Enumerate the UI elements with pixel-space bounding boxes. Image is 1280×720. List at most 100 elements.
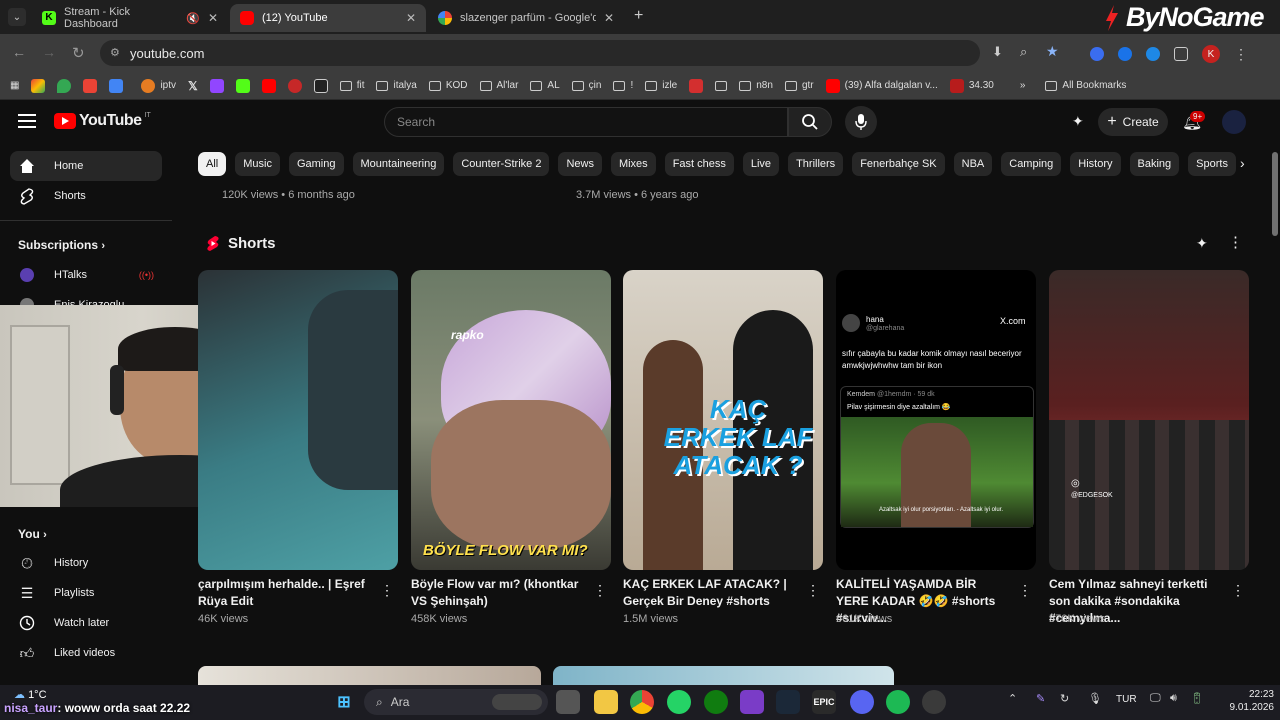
bookmark-maps-icon[interactable] [57, 78, 72, 93]
bookmark-italya[interactable]: italya [376, 80, 417, 91]
tray-overflow-icon[interactable]: ⌃ [1008, 692, 1017, 705]
profile-avatar[interactable]: K [1202, 45, 1220, 63]
tab-youtube[interactable]: (12) YouTube ✕ [230, 4, 426, 32]
epic-games-icon[interactable]: EPIC [812, 690, 836, 714]
forward-icon[interactable]: → [42, 44, 56, 60]
taskbar-search[interactable]: ⌕ Ara [364, 689, 548, 715]
chip-mountaineering[interactable]: Mountaineering [352, 152, 445, 176]
site-info-icon[interactable]: ⚙ [110, 46, 120, 59]
short-thumbnail[interactable]: rapko BÖYLE FLOW VAR MI? [411, 270, 611, 570]
bookmark-colorful-icon[interactable] [31, 78, 46, 93]
bookmark-al[interactable]: AL [530, 80, 560, 91]
all-bookmarks[interactable]: All Bookmarks [1045, 80, 1126, 91]
chip-news[interactable]: News [558, 152, 602, 176]
sidebar-item-liked-videos[interactable]: 👍︎ Liked videos [10, 638, 162, 668]
chip-history[interactable]: History [1070, 152, 1121, 176]
menu-hamburger-icon[interactable] [18, 114, 36, 128]
chips-next-chevron-icon[interactable]: › [1240, 155, 1245, 171]
chip-mixes[interactable]: Mixes [610, 152, 656, 176]
chip-baking[interactable]: Baking [1129, 152, 1180, 176]
video-thumbnail[interactable] [553, 666, 894, 685]
bookmark-izle[interactable]: izle [645, 80, 677, 91]
account-avatar[interactable] [1222, 110, 1246, 134]
bookmark-star-icon[interactable]: ★ [1046, 43, 1059, 60]
tab-search-chevron-icon[interactable]: ⌄ [8, 8, 26, 26]
whatsapp-icon[interactable] [667, 690, 691, 714]
chip-all[interactable]: All [198, 152, 227, 176]
new-tab-icon[interactable]: + [634, 7, 643, 25]
back-icon[interactable]: ← [12, 44, 26, 60]
bookmark-youtube-icon[interactable] [261, 78, 276, 93]
short-title[interactable]: Böyle Flow var mı? (khontkar VS Şehinşah… [411, 576, 581, 610]
sidebar-item-shorts[interactable]: Shorts [10, 181, 162, 211]
extensions-puzzle-icon[interactable] [1174, 47, 1188, 61]
bookmark-fit[interactable]: fit [339, 80, 364, 91]
steam-icon[interactable] [776, 690, 800, 714]
bookmark-cin[interactable]: çin [571, 80, 601, 91]
cast-sparkle-icon[interactable]: ✦ [1072, 113, 1084, 130]
create-button[interactable]: + Create [1098, 108, 1168, 136]
bookmark-u-icon[interactable] [287, 78, 302, 93]
windows-start-icon[interactable]: ⊞ [332, 690, 356, 714]
tray-pen-icon[interactable]: ✎ [1036, 692, 1045, 705]
sidebar-item-htalks[interactable]: HTalks ((•)) [10, 260, 162, 290]
sidebar-item-home[interactable]: Home [10, 151, 162, 181]
volume-icon[interactable]: 🔊︎ [1170, 692, 1177, 705]
close-icon[interactable]: ✕ [406, 11, 416, 25]
voice-search-button[interactable] [845, 106, 877, 138]
chrome-taskbar-icon[interactable] [630, 690, 654, 714]
bookmark-gmail-icon[interactable] [83, 78, 98, 93]
install-icon[interactable]: ⬇ [992, 44, 1003, 60]
browser-menu-icon[interactable]: ⋮ [1234, 46, 1248, 63]
bookmark-alfa[interactable]: (39) Alfa dalgalan v... [825, 78, 938, 93]
apps-grid-icon[interactable]: ▦ [10, 80, 19, 91]
chip-counter-strike-2[interactable]: Counter-Strike 2 [453, 152, 550, 176]
chip-sports[interactable]: Sports [1188, 152, 1236, 176]
discord-icon[interactable] [850, 690, 874, 714]
bookmark-n8n[interactable]: n8n [739, 80, 773, 91]
short-menu-icon[interactable]: ⋮ [593, 582, 607, 599]
obs-icon[interactable] [922, 690, 946, 714]
file-explorer-icon[interactable] [594, 690, 618, 714]
mute-icon[interactable]: 🔇 [186, 12, 200, 25]
short-thumbnail[interactable] [198, 270, 398, 570]
zoom-icon[interactable]: ⌕ [1020, 44, 1027, 60]
bookmark-tv-icon[interactable] [313, 78, 328, 93]
sidebar-item-playlists[interactable]: ☰ Playlists [10, 578, 162, 608]
short-title[interactable]: çarpılmışım herhalde.. | Eşref Rüya Edit [198, 576, 368, 610]
bookmark-twitch-icon[interactable] [209, 78, 224, 93]
scrollbar[interactable] [1270, 100, 1280, 685]
bookmark-allar[interactable]: Al'lar [479, 80, 518, 91]
task-view-icon[interactable] [556, 690, 580, 714]
extension-wave-icon[interactable] [1090, 47, 1104, 61]
tab-kick-dashboard[interactable]: K Stream - Kick Dashboard 🔇 ✕ [32, 4, 228, 32]
sidebar-item-watch-later[interactable]: Watch later [10, 608, 162, 638]
clock[interactable]: 22:23 9.01.2026 [1222, 688, 1275, 714]
bookmark-gtr[interactable]: gtr [784, 80, 814, 91]
bookmark-3430[interactable]: 34.30 [949, 78, 994, 93]
youtube-logo[interactable]: YouTube IT [54, 112, 151, 130]
chip-camping[interactable]: Camping [1001, 152, 1062, 176]
chip-gaming[interactable]: Gaming [288, 152, 344, 176]
shelf-menu-icon[interactable]: ⋮ [1228, 233, 1243, 251]
short-menu-icon[interactable]: ⋮ [1231, 582, 1245, 599]
language-indicator[interactable]: TUR [1116, 694, 1137, 705]
tray-mic-icon[interactable]: 🎙︎ [1088, 692, 1102, 705]
subscriptions-heading[interactable]: Subscriptions › [18, 238, 105, 252]
short-title[interactable]: KAÇ ERKEK LAF ATACAK? | Gerçek Bir Deney… [623, 576, 793, 610]
battery-icon[interactable]: 🔋︎ [1190, 692, 1204, 705]
shelf-sparkle-icon[interactable]: ✦ [1196, 235, 1208, 252]
weather-widget[interactable]: ☁ 1°C [14, 688, 47, 701]
bookmark-pdf-icon[interactable] [689, 78, 704, 93]
chip-thrillers[interactable]: Thrillers [788, 152, 844, 176]
spotify-icon[interactable] [886, 690, 910, 714]
tray-refresh-icon[interactable]: ↻ [1060, 692, 1069, 705]
search-button[interactable] [788, 107, 832, 137]
more-bookmarks-icon[interactable]: » [1020, 80, 1026, 91]
chip-nba[interactable]: NBA [953, 152, 993, 176]
chip-fenerbahçe-sk[interactable]: Fenerbahçe SK [852, 152, 945, 176]
short-thumbnail[interactable]: ◎ @EDGESOK [1049, 270, 1249, 570]
extension-shazam-icon[interactable] [1118, 47, 1132, 61]
app-purple-icon[interactable] [740, 690, 764, 714]
bookmark-translate-icon[interactable] [109, 78, 124, 93]
